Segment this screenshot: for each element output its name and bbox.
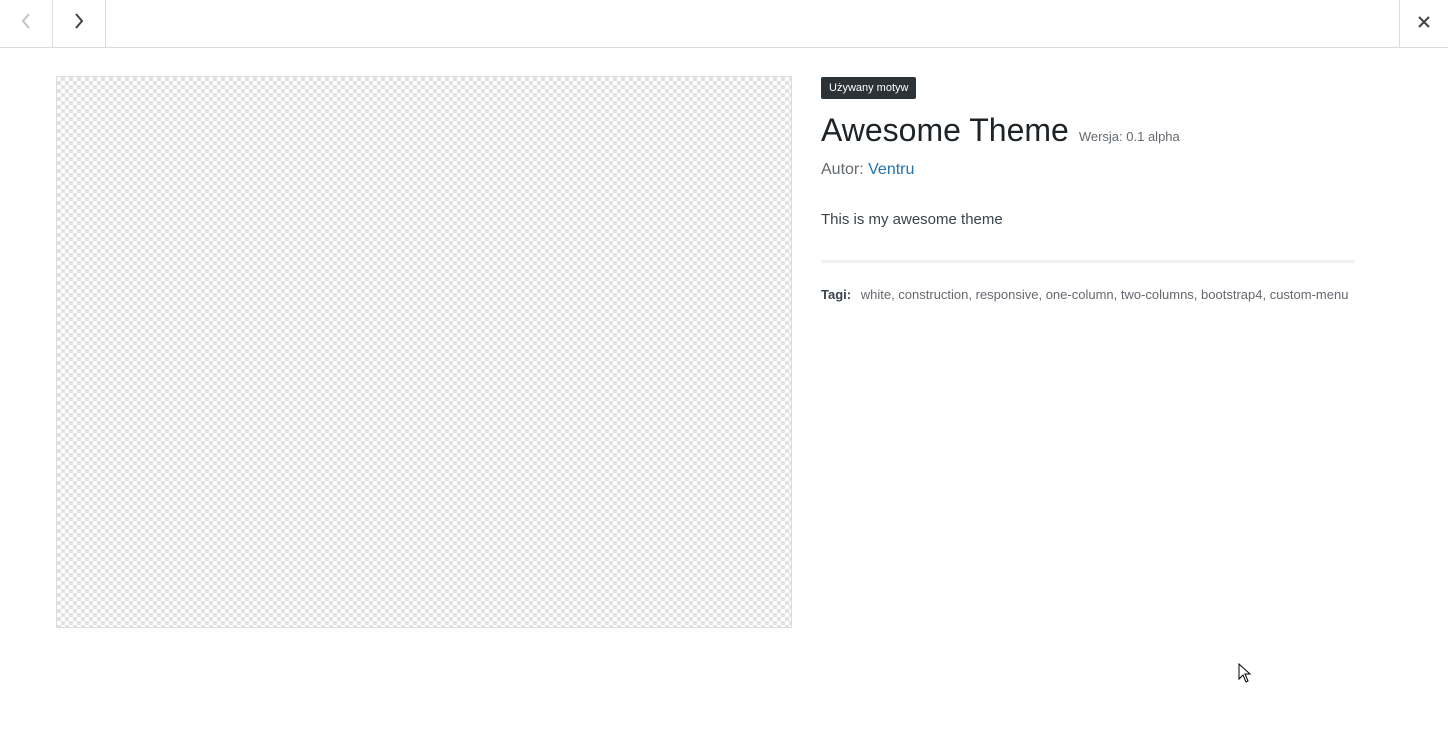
theme-screenshot xyxy=(56,76,792,628)
author-link[interactable]: Ventru xyxy=(868,161,914,178)
theme-author: Autor: Ventru xyxy=(821,161,1355,179)
theme-version: Wersja: 0.1 alpha xyxy=(1078,129,1180,144)
theme-name: Awesome Theme xyxy=(821,112,1069,148)
previous-theme-button[interactable] xyxy=(0,0,53,47)
author-label: Autor: xyxy=(821,161,864,178)
next-theme-button[interactable] xyxy=(53,0,106,47)
chevron-right-icon xyxy=(74,13,84,34)
current-theme-badge: Używany motyw xyxy=(821,77,917,99)
close-icon xyxy=(1418,15,1430,33)
theme-title-row: Awesome Theme Wersja: 0.1 alpha xyxy=(821,111,1355,149)
theme-overlay-header xyxy=(0,0,1448,48)
tags-list: white, construction, responsive, one-col… xyxy=(860,287,1349,302)
mouse-cursor-icon xyxy=(1238,662,1252,688)
theme-description: This is my awesome theme xyxy=(821,211,1003,228)
chevron-left-icon xyxy=(21,13,31,34)
theme-tags: Tagi: white, construction, responsive, o… xyxy=(821,287,1355,302)
tags-label: Tagi: xyxy=(821,287,852,302)
theme-info: Używany motyw Awesome Theme Wersja: 0.1 … xyxy=(821,77,1355,302)
divider xyxy=(821,260,1355,263)
close-button[interactable] xyxy=(1399,0,1448,47)
